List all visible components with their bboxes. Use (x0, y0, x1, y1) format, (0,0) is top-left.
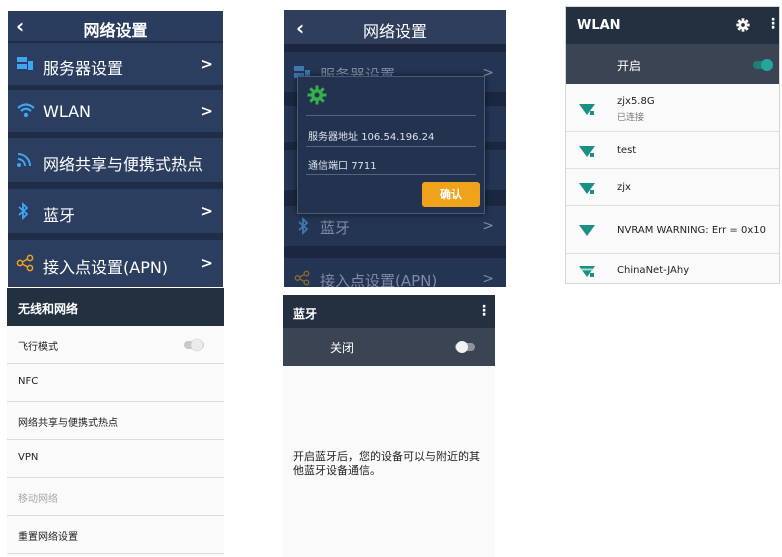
bluetooth-label: 蓝牙 (320, 219, 351, 237)
bluetooth-toggle-switch[interactable] (454, 340, 476, 354)
header-bar: 蓝牙 ⋮ (283, 295, 495, 328)
header-bar: ‹ 网络设置 (284, 10, 506, 44)
airplane-mode-label: 飞行模式 (18, 342, 58, 353)
wifi-lock-icon (578, 181, 596, 195)
wifi-lock-icon (578, 102, 596, 116)
wifi-network-item[interactable]: ChinaNet-JAhy (566, 254, 779, 283)
gear-icon[interactable] (736, 18, 750, 32)
bluetooth-toggle-label: 关闭 (330, 341, 355, 355)
reset-network-settings-label: 重置网络设置 (18, 532, 78, 543)
server-settings-item[interactable]: 服务器设置 > (8, 43, 223, 85)
chevron-right-icon: > (200, 102, 213, 120)
server-settings-dialog: 服务器地址 106.54.196.24 通信端口 7711 确认 (297, 76, 485, 214)
wifi-ssid: zjx (617, 182, 631, 193)
wifi-ssid: ChinaNet-JAhy (617, 265, 690, 276)
wifi-network-item[interactable]: zjx (566, 169, 779, 206)
server-address-value: 106.54.196.24 (361, 132, 435, 143)
server-settings-label: 服务器设置 (43, 59, 124, 78)
divider (306, 174, 476, 175)
wifi-ssid: NVRAM WARNING: Err = 0x10 (617, 225, 766, 236)
more-menu-icon[interactable]: ⋮ (477, 303, 491, 319)
page-title: 网络设置 (362, 22, 427, 41)
apn-settings-label: 接入点设置(APN) (43, 258, 169, 277)
wlan-toggle-label: 开启 (617, 59, 642, 73)
airplane-mode-item[interactable]: 飞行模式 (7, 326, 224, 364)
nfc-item[interactable]: NFC (7, 364, 224, 402)
header-bar: ‹ 网络设置 (8, 11, 223, 41)
wifi-status: 已连接 (617, 113, 645, 123)
wireless-networks-panel: 无线和网络 飞行模式 NFC 网络共享与便携式热点 VPN 移动网络 重置网络设… (7, 288, 224, 556)
network-settings-dialog-panel: ‹ 网络设置 服务器设置 > 蓝牙 > 接入点设置(APN) > 服务器地址 1… (284, 10, 506, 287)
chevron-right-icon: > (200, 202, 213, 220)
bluetooth-item[interactable]: 蓝牙 > (8, 189, 223, 233)
share-node-icon (16, 254, 34, 272)
vpn-item[interactable]: VPN (7, 440, 224, 478)
wlan-item[interactable]: WLAN > (8, 90, 223, 132)
page-title: 蓝牙 (293, 307, 318, 321)
wifi-icon (578, 223, 596, 237)
reset-network-settings-item[interactable]: 重置网络设置 (7, 516, 224, 554)
wifi-network-item[interactable]: zjx5.8G 已连接 (566, 84, 779, 132)
server-icon (16, 56, 34, 72)
apn-settings-item[interactable]: 接入点设置(APN) > (8, 240, 223, 287)
apn-settings-item[interactable]: 接入点设置(APN) > (284, 258, 506, 287)
wlan-toggle-row[interactable]: 开启 (566, 44, 779, 84)
chevron-right-icon: > (482, 271, 494, 287)
header-bar: 无线和网络 (7, 288, 224, 326)
port-field[interactable]: 通信端口 7711 (308, 157, 377, 172)
page-title: 网络设置 (83, 21, 148, 40)
wlan-toggle-switch[interactable] (752, 58, 774, 72)
tethering-hotspot-label: 网络共享与便携式热点 (43, 155, 204, 174)
nfc-label: NFC (18, 376, 39, 387)
share-node-icon (294, 270, 310, 286)
chevron-right-icon: > (200, 55, 213, 73)
divider (306, 146, 476, 147)
wlan-panel: WLAN ⋮ 开启 zjx5.8G 已连接 test zjx NVRAM WAR… (565, 6, 780, 284)
server-address-field[interactable]: 服务器地址 106.54.196.24 (308, 128, 434, 143)
bluetooth-label: 蓝牙 (43, 206, 76, 225)
more-menu-icon[interactable]: ⋮ (766, 16, 779, 32)
tethering-hotspot-label: 网络共享与便携式热点 (18, 418, 118, 429)
tethering-hotspot-item[interactable]: 网络共享与便携式热点 (8, 138, 223, 182)
wifi-ssid: zjx5.8G (617, 96, 655, 107)
divider (306, 115, 476, 116)
wlan-label: WLAN (43, 102, 92, 121)
tethering-hotspot-item[interactable]: 网络共享与便携式热点 (7, 402, 224, 440)
hotspot-icon (16, 152, 34, 168)
vpn-label: VPN (18, 452, 39, 463)
page-title: 无线和网络 (18, 302, 79, 316)
bluetooth-icon (16, 202, 30, 220)
apn-settings-label: 接入点设置(APN) (320, 272, 438, 287)
bluetooth-icon (296, 217, 310, 235)
port-label: 通信端口 (308, 161, 348, 172)
chevron-right-icon: > (482, 218, 494, 234)
wifi-icon (16, 102, 36, 118)
bluetooth-panel: 蓝牙 ⋮ 关闭 开启蓝牙后，您的设备可以与附近的其他蓝牙设备通信。 (283, 295, 495, 557)
network-settings-panel: ‹ 网络设置 服务器设置 > WLAN > 网络共享与便携式热点 蓝牙 > 接入… (8, 11, 223, 287)
bluetooth-info-text: 开启蓝牙后，您的设备可以与附近的其他蓝牙设备通信。 (293, 450, 480, 477)
header-bar: WLAN ⋮ (566, 7, 779, 44)
wifi-ssid: test (617, 145, 637, 156)
chevron-right-icon: > (200, 254, 213, 272)
page-title: WLAN (577, 18, 621, 33)
server-address-label: 服务器地址 (308, 132, 358, 143)
mobile-network-label: 移动网络 (18, 494, 58, 505)
mobile-network-item: 移动网络 (7, 478, 224, 516)
wifi-lock-icon (578, 144, 596, 158)
wifi-network-item[interactable]: NVRAM WARNING: Err = 0x10 (566, 206, 779, 254)
port-value: 7711 (351, 161, 377, 172)
gear-icon (307, 85, 327, 105)
wifi-network-item[interactable]: test (566, 132, 779, 169)
bluetooth-toggle-row[interactable]: 关闭 (283, 328, 495, 366)
airplane-mode-toggle[interactable] (183, 338, 205, 352)
wifi-lock-icon (578, 264, 596, 278)
confirm-button[interactable]: 确认 (422, 182, 480, 207)
